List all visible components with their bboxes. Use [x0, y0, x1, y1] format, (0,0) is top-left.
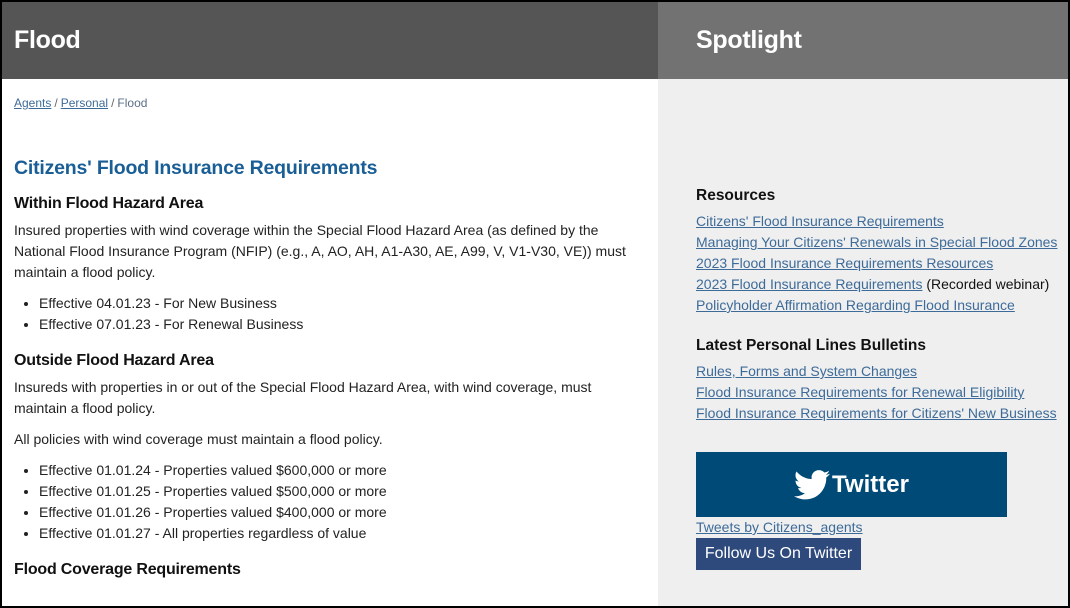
list-item: Effective 07.01.23 - For Renewal Busines… — [39, 314, 634, 335]
sidebar-content: Resources Citizens' Flood Insurance Requ… — [696, 187, 1066, 424]
resource-note: (Recorded webinar) — [922, 276, 1050, 292]
resource-link[interactable]: Policyholder Affirmation Regarding Flood… — [696, 297, 1015, 313]
section-heading-coverage: Flood Coverage Requirements — [14, 561, 241, 578]
breadcrumb-separator: / — [54, 96, 58, 110]
sidebar-header-title: Spotlight — [696, 26, 802, 54]
section-paragraph: Insureds with properties in or out of th… — [14, 379, 592, 416]
section-paragraph: Insured properties with wind coverage wi… — [14, 222, 626, 280]
bulletin-link[interactable]: Flood Insurance Requirements for Renewal… — [696, 384, 1024, 400]
list-item: Effective 04.01.23 - For New Business — [39, 293, 634, 314]
outside-effective-list: Effective 01.01.24 - Properties valued $… — [14, 460, 634, 544]
breadcrumb-agents[interactable]: Agents — [14, 96, 51, 110]
main-header-title: Flood — [14, 26, 81, 54]
bulletins-heading: Latest Personal Lines Bulletins — [696, 337, 926, 354]
within-effective-list: Effective 04.01.23 - For New Business Ef… — [14, 293, 634, 335]
main-column: Flood Agents / Personal / Flood Citizens' Fl… — [2, 2, 658, 606]
twitter-banner[interactable]: Twitter — [696, 452, 1007, 517]
resource-link[interactable]: 2023 Flood Insurance Requirements — [696, 276, 922, 292]
twitter-bird-icon — [794, 469, 831, 499]
bulletins-links: Rules, Forms and System Changes Flood In… — [696, 361, 1066, 424]
main-header: Flood — [2, 2, 658, 79]
follow-twitter-button[interactable]: Follow Us On Twitter — [696, 538, 861, 570]
bulletin-link[interactable]: Rules, Forms and System Changes — [696, 363, 917, 379]
resource-link[interactable]: 2023 Flood Insurance Requirements Resour… — [696, 255, 993, 271]
section-paragraph: All policies with wind coverage must mai… — [14, 431, 383, 447]
list-item: Effective 01.01.24 - Properties valued $… — [39, 460, 634, 481]
spotlight-sidebar: Spotlight Resources Citizens' Flood Insu… — [658, 2, 1068, 606]
breadcrumb-personal[interactable]: Personal — [61, 96, 108, 110]
tweets-by-link[interactable]: Tweets by Citizens_agents — [696, 519, 863, 535]
page-title: Citizens' Flood Insurance Requirements — [14, 157, 378, 179]
list-item: Effective 01.01.26 - Properties valued $… — [39, 502, 634, 523]
list-item: Effective 01.01.25 - Properties valued $… — [39, 481, 634, 502]
resources-links: Citizens' Flood Insurance Requirements M… — [696, 211, 1066, 316]
list-item: Effective 01.01.27 - All properties rega… — [39, 523, 634, 544]
breadcrumb-separator: / — [111, 96, 115, 110]
sidebar-header: Spotlight — [658, 2, 1068, 79]
article-content: Citizens' Flood Insurance Requirements W… — [14, 157, 634, 579]
resources-heading: Resources — [696, 187, 776, 204]
section-heading-within: Within Flood Hazard Area — [14, 195, 204, 212]
section-heading-outside: Outside Flood Hazard Area — [14, 352, 214, 369]
breadcrumb: Agents / Personal / Flood — [14, 96, 147, 110]
twitter-banner-label: Twitter — [832, 470, 909, 498]
bulletin-link[interactable]: Flood Insurance Requirements for Citizen… — [696, 405, 1057, 421]
resource-link[interactable]: Citizens' Flood Insurance Requirements — [696, 213, 944, 229]
page-frame: Flood Agents / Personal / Flood Citizens' Fl… — [2, 2, 1068, 606]
breadcrumb-current: Flood — [117, 96, 148, 110]
resource-link[interactable]: Managing Your Citizens' Renewals in Spec… — [696, 234, 1057, 250]
